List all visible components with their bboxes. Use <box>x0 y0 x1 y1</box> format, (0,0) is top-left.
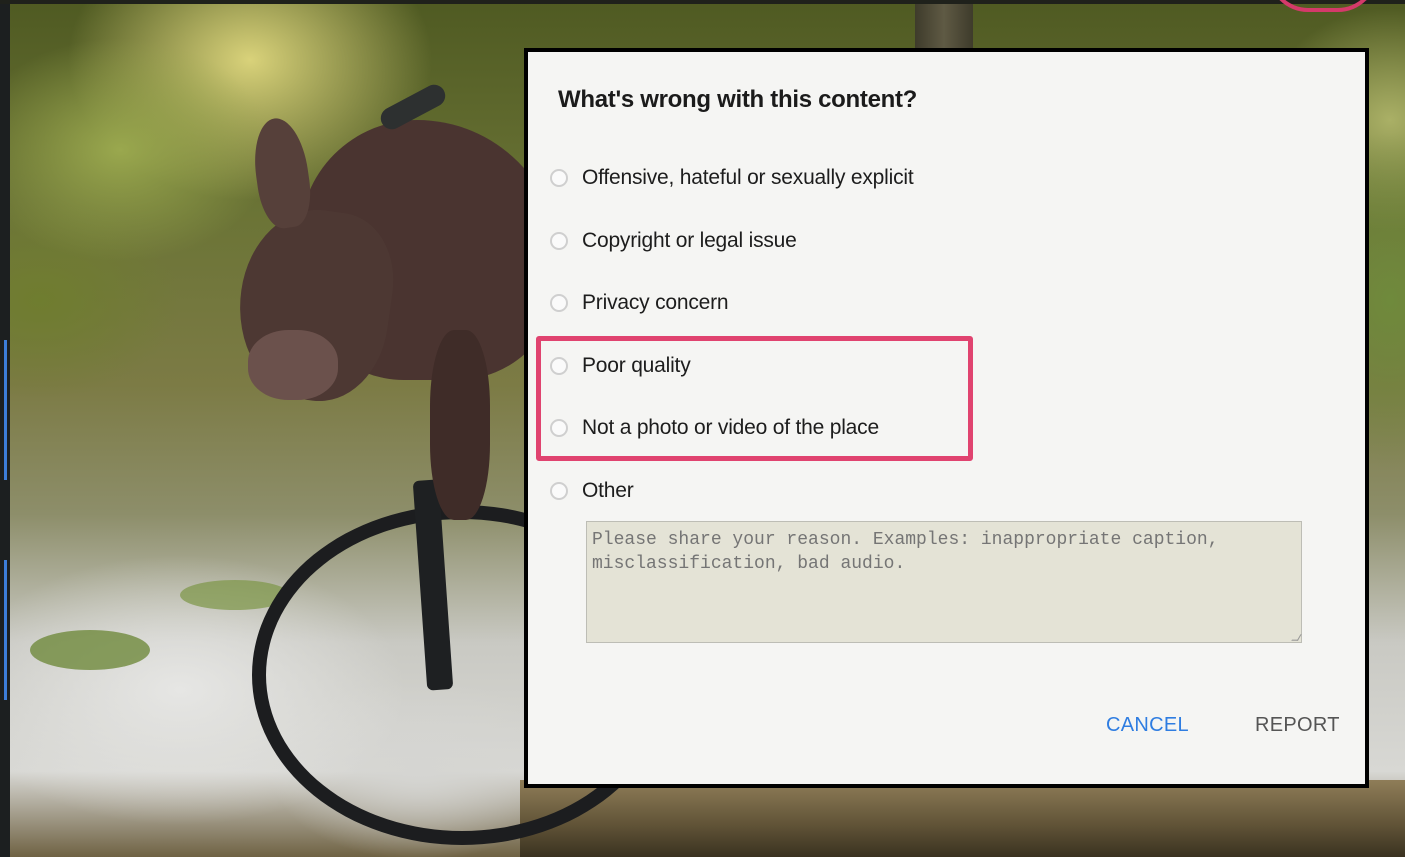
option-privacy[interactable]: Privacy concern <box>550 291 729 315</box>
option-offensive[interactable]: Offensive, hateful or sexually explicit <box>550 166 914 190</box>
dialog-title: What's wrong with this content? <box>558 86 918 113</box>
left-edge-strip <box>0 0 10 857</box>
cancel-button[interactable]: CANCEL <box>1106 714 1189 737</box>
radio-button[interactable] <box>550 294 568 312</box>
pig-leg <box>430 330 490 520</box>
radio-button[interactable] <box>550 482 568 500</box>
left-edge-accent <box>4 560 7 700</box>
radio-button[interactable] <box>550 169 568 187</box>
left-edge-accent <box>4 340 7 480</box>
pig-snout <box>248 330 338 400</box>
top-edge <box>0 0 1405 4</box>
highlight-box <box>536 336 973 461</box>
reason-textarea[interactable] <box>586 521 1302 643</box>
leaf-litter <box>520 780 1405 857</box>
option-other[interactable]: Other <box>550 479 634 503</box>
option-label: Privacy concern <box>582 291 729 314</box>
grass-patch <box>30 630 150 670</box>
report-button[interactable]: REPORT <box>1255 714 1340 737</box>
option-label: Other <box>582 479 634 502</box>
option-label: Copyright or legal issue <box>582 229 797 252</box>
option-label: Offensive, hateful or sexually explicit <box>582 166 914 189</box>
radio-button[interactable] <box>550 232 568 250</box>
option-copyright[interactable]: Copyright or legal issue <box>550 229 797 253</box>
